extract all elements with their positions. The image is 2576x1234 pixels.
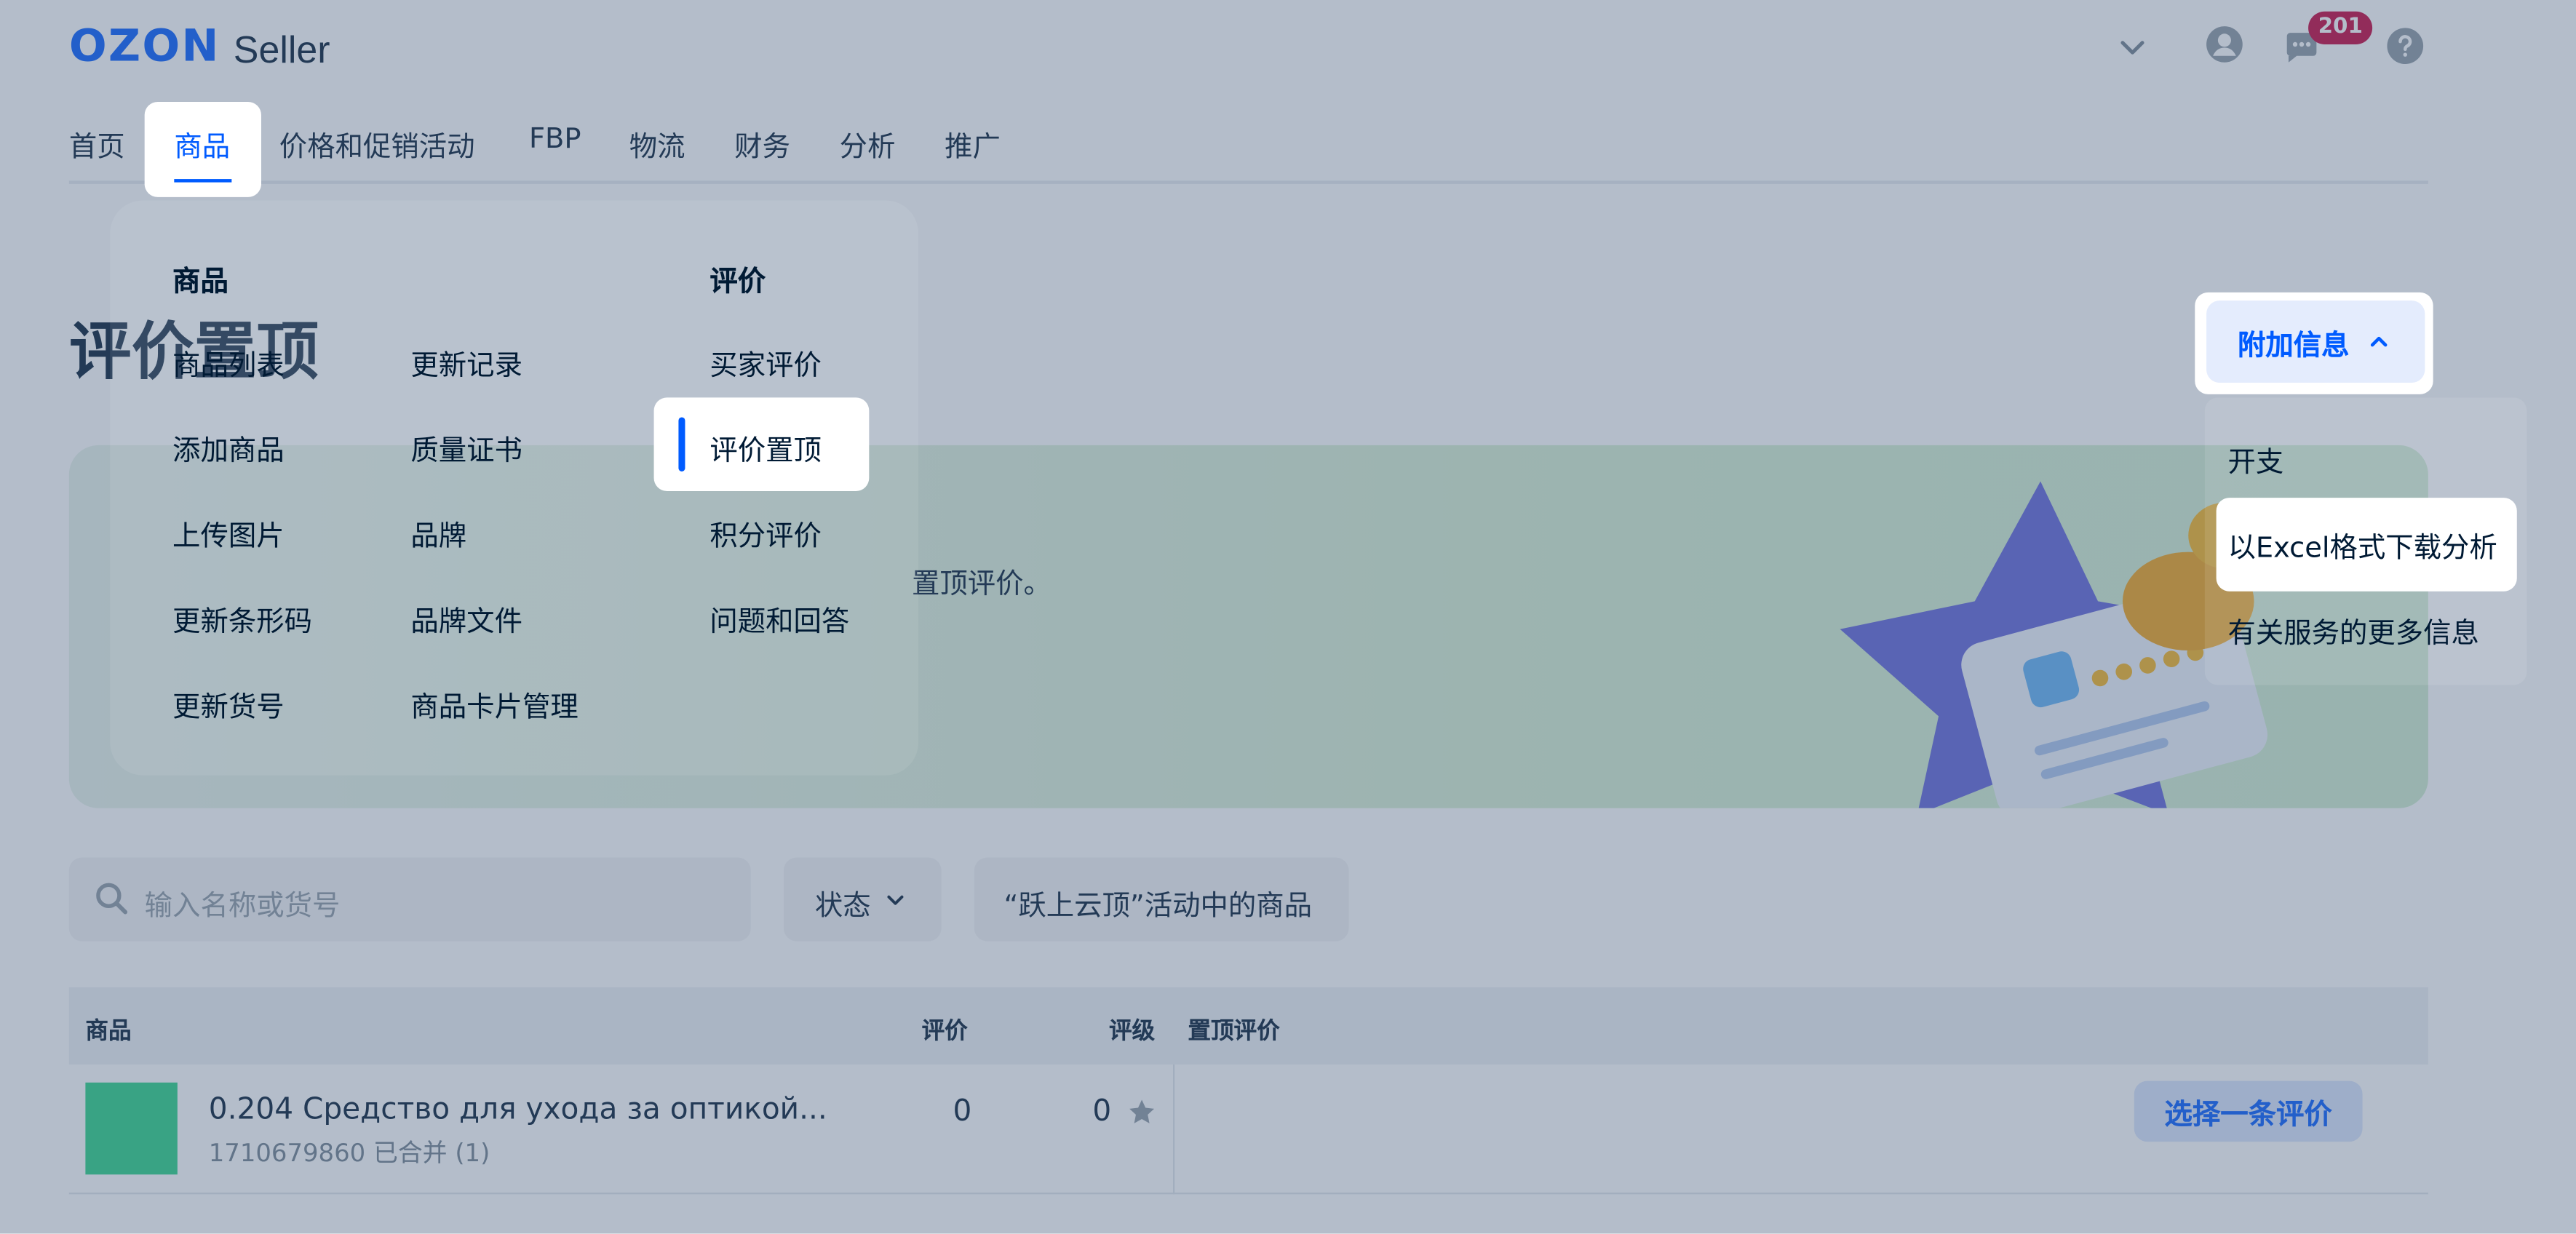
nav-active-underline bbox=[174, 179, 232, 183]
menu-item-update-barcodes[interactable]: 更新条形码 bbox=[172, 598, 312, 639]
dropdown-item-download-excel[interactable]: 以Excel格式下载分析 bbox=[2227, 524, 2497, 565]
menu-item-points-reviews[interactable]: 积分评价 bbox=[709, 512, 822, 554]
extra-info-label: 附加信息 bbox=[2237, 329, 2350, 362]
menu-item-update-sku[interactable]: 更新货号 bbox=[172, 683, 285, 724]
menu-item-pinned-reviews[interactable]: 评价置顶 bbox=[709, 427, 822, 468]
menu-item-brand-documents[interactable]: 品牌文件 bbox=[410, 598, 522, 639]
menu-item-brands[interactable]: 品牌 bbox=[410, 512, 466, 554]
menu-item-upload-images[interactable]: 上传图片 bbox=[172, 512, 285, 554]
nav-products-active-label: 商品 bbox=[174, 131, 231, 164]
menu-item-card-management[interactable]: 商品卡片管理 bbox=[410, 683, 578, 724]
menu-item-update-history[interactable]: 更新记录 bbox=[410, 342, 522, 383]
menu-item-buyer-reviews[interactable]: 买家评价 bbox=[709, 342, 822, 383]
menu-heading-reviews: 评价 bbox=[709, 266, 766, 299]
active-indicator-bar bbox=[678, 417, 685, 471]
menu-heading-products: 商品 bbox=[172, 266, 228, 299]
menu-item-product-list[interactable]: 商品列表 bbox=[172, 342, 285, 383]
menu-item-add-product[interactable]: 添加商品 bbox=[172, 427, 285, 468]
dropdown-item-more-info[interactable]: 有关服务的更多信息 bbox=[2227, 610, 2478, 650]
extra-info-button[interactable]: 附加信息 bbox=[2206, 300, 2425, 383]
menu-item-quality-certificates[interactable]: 质量证书 bbox=[410, 427, 522, 468]
menu-item-questions-answers[interactable]: 问题和回答 bbox=[709, 598, 849, 639]
chevron-up-icon bbox=[2370, 336, 2388, 347]
dropdown-item-expenses[interactable]: 开支 bbox=[2227, 439, 2283, 479]
stage: OZON Seller 201 首页 商品 价格和促销活动 FBP 物流 财务 … bbox=[0, 0, 2576, 1234]
